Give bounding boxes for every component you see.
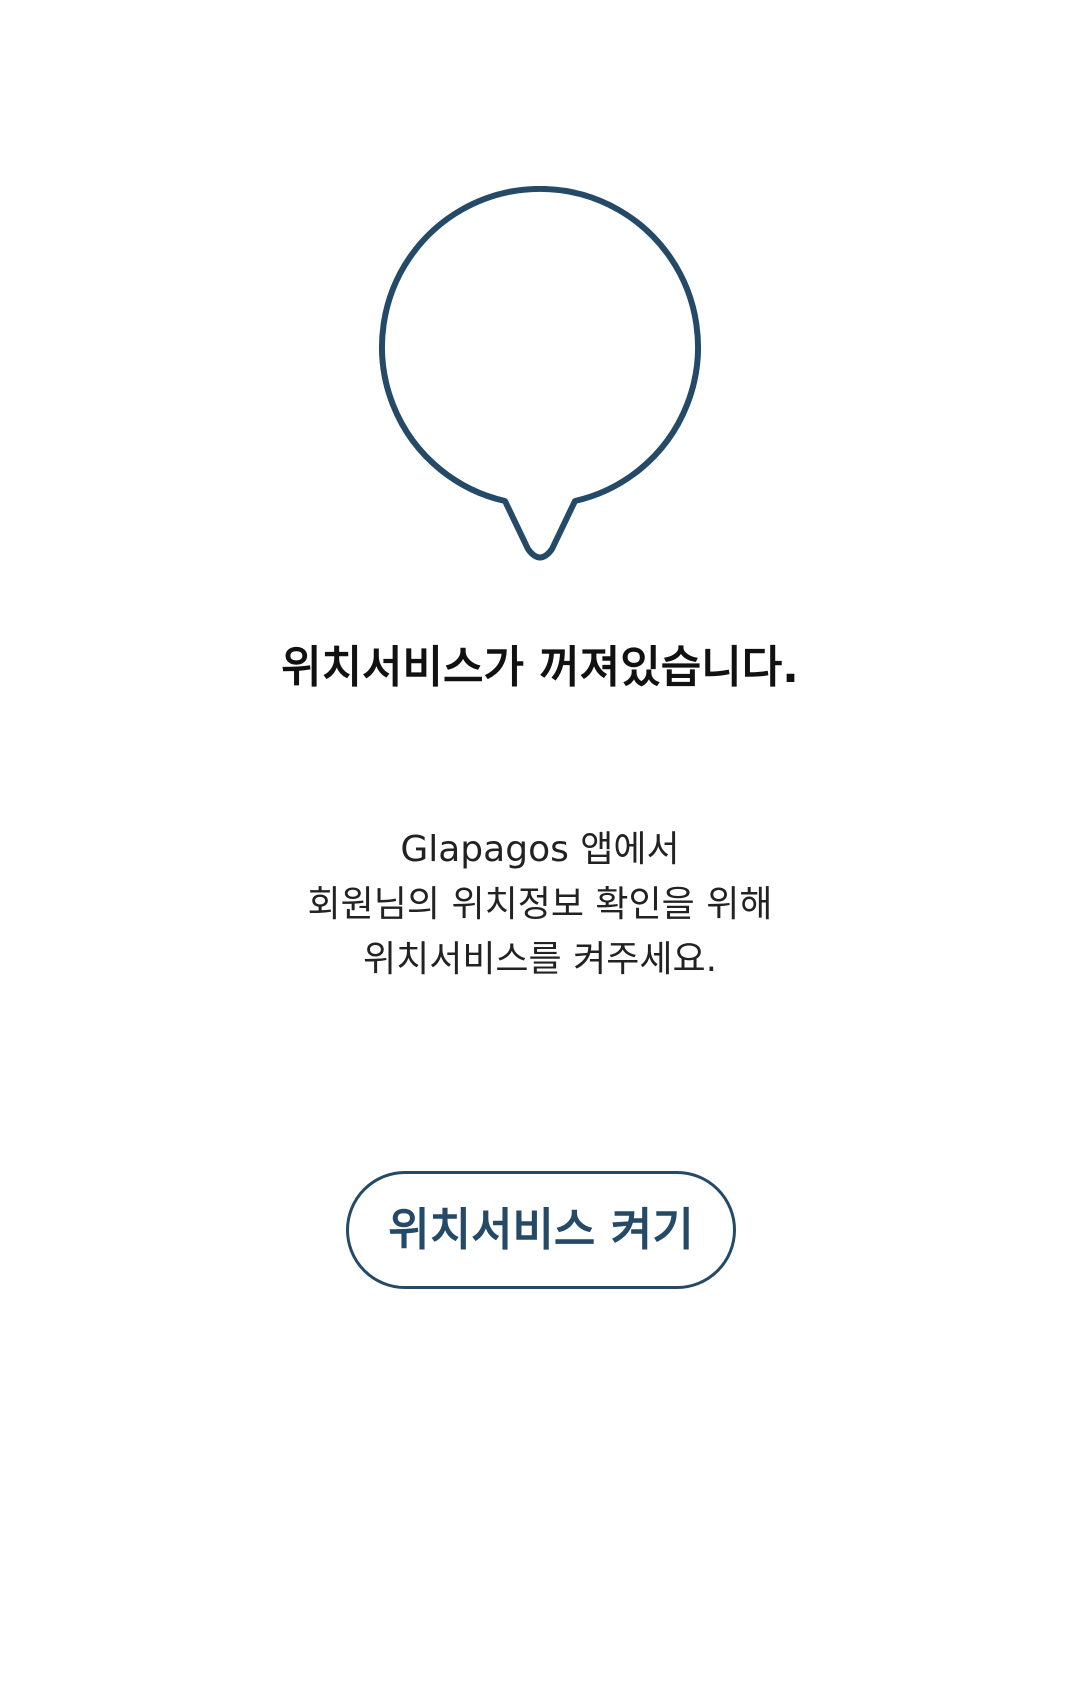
description-line-3: 위치서비스를 켜주세요. [362,939,718,980]
location-pin-icon [376,186,704,570]
location-disabled-title: 위치서비스가 꺼져있습니다. [281,642,799,693]
description-line-1: Glapagos 앱에서 [400,829,680,870]
description-line-2: 회원님의 위치정보 확인을 위해 [307,884,773,925]
location-disabled-screen: 위치서비스가 꺼져있습니다. Glapagos 앱에서 회원님의 위치정보 확인… [0,0,1080,1686]
enable-location-button[interactable]: 위치서비스 켜기 [346,1171,736,1289]
location-disabled-description: Glapagos 앱에서 회원님의 위치정보 확인을 위해 위치서비스를 켜주세… [0,822,1080,987]
